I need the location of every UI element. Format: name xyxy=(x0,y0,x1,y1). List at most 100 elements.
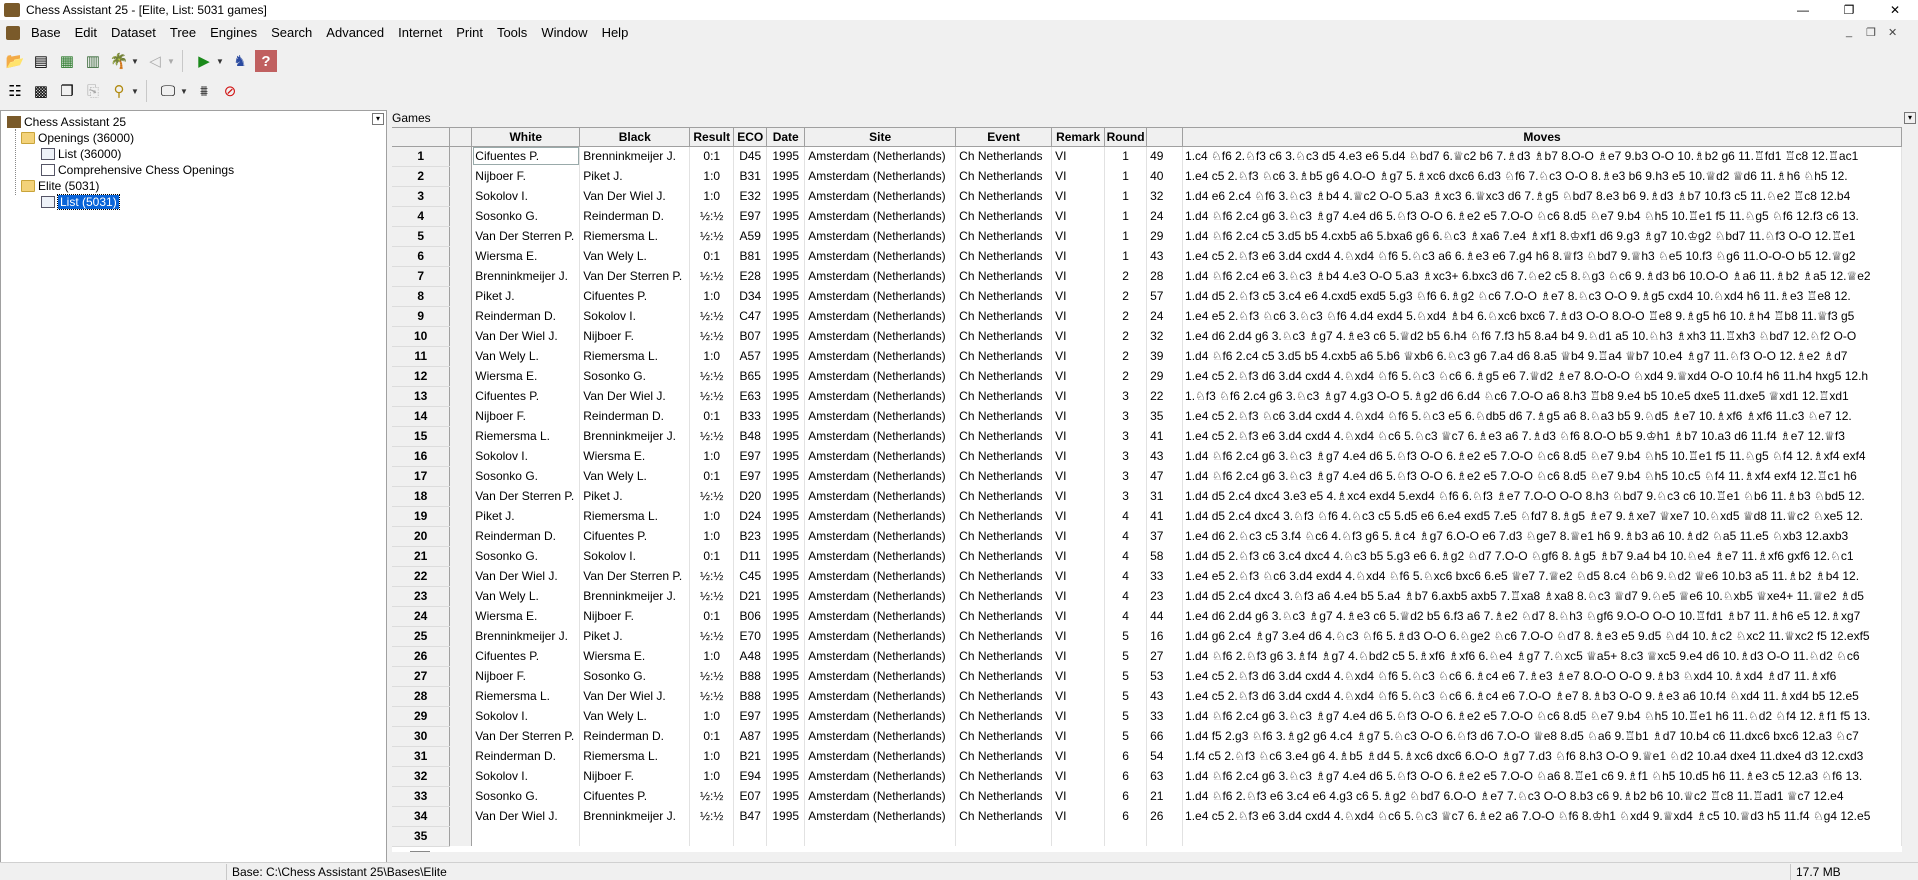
round-cell[interactable]: 5 xyxy=(1104,706,1148,726)
eco-code-cell[interactable]: A87 xyxy=(733,726,768,746)
site-cell[interactable]: Amsterdam (Netherlands) xyxy=(804,366,957,386)
date-cell[interactable]: 1995 xyxy=(766,626,806,646)
black-player-cell[interactable]: Brenninkmeijer J. xyxy=(579,586,691,606)
white-player-cell[interactable]: Sosonko G. xyxy=(471,466,581,486)
monitor-icon[interactable]: 🖵 xyxy=(157,80,179,102)
black-player-cell[interactable]: Wiersma E. xyxy=(579,646,691,666)
table-row[interactable]: 31 Reinderman D. Riemersma L. 1:0 B21 1995 Ams… xyxy=(392,746,1902,767)
white-player-cell[interactable]: Piket J. xyxy=(471,506,581,526)
list-view-icon[interactable]: ▤ xyxy=(30,50,52,72)
white-player-cell[interactable]: Reinderman D. xyxy=(471,306,581,326)
move-count-cell[interactable]: 24 xyxy=(1146,206,1184,226)
white-player-cell[interactable]: Brenninkmeijer J. xyxy=(471,266,581,286)
black-player-cell[interactable]: Reinderman D. xyxy=(579,206,691,226)
white-player-cell[interactable]: Wiersma E. xyxy=(471,366,581,386)
event-cell[interactable]: Ch Netherlands xyxy=(955,486,1053,506)
play-dropdown-icon[interactable]: ▼ xyxy=(215,50,225,72)
white-player-cell[interactable]: Wiersma E. xyxy=(471,246,581,266)
white-player-cell[interactable]: Sokolov I. xyxy=(471,706,581,726)
moves-cell[interactable]: 1.e4 d6 2.♘c3 c5 3.f4 ♘c6 4.♘f3 g6 5.♗c4… xyxy=(1182,526,1902,546)
site-cell[interactable]: Amsterdam (Netherlands) xyxy=(804,466,957,486)
date-cell[interactable]: 1995 xyxy=(766,566,806,586)
site-cell[interactable]: Amsterdam (Netherlands) xyxy=(804,726,957,746)
remark-cell[interactable]: VI xyxy=(1051,186,1106,206)
round-cell[interactable]: 5 xyxy=(1104,646,1148,666)
move-count-cell[interactable]: 29 xyxy=(1146,226,1184,246)
eco-code-cell[interactable]: B06 xyxy=(733,606,768,626)
white-player-cell[interactable]: Riemersma L. xyxy=(471,426,581,446)
menu-print[interactable]: Print xyxy=(449,22,490,44)
result-cell[interactable]: ½:½ xyxy=(689,626,735,646)
round-cell[interactable]: 5 xyxy=(1104,666,1148,686)
menu-base[interactable]: Base xyxy=(24,22,68,44)
menu-engines[interactable]: Engines xyxy=(203,22,264,44)
moves-cell[interactable]: 1.e4 c5 2.♘f3 e6 3.d4 cxd4 4.♘xd4 ♘c6 5.… xyxy=(1182,806,1902,826)
date-cell[interactable]: 1995 xyxy=(766,286,806,306)
black-player-cell[interactable]: Nijboer F. xyxy=(579,326,691,346)
row-number-cell[interactable]: 9 xyxy=(392,306,451,327)
eco-code-cell[interactable]: B21 xyxy=(733,746,768,766)
row-marker-cell[interactable] xyxy=(449,806,473,826)
eco-code-cell[interactable]: A57 xyxy=(733,346,768,366)
event-cell[interactable]: Ch Netherlands xyxy=(955,166,1053,186)
event-cell[interactable]: Ch Netherlands xyxy=(955,586,1053,606)
minimize-button[interactable]: — xyxy=(1780,0,1826,20)
row-marker-cell[interactable] xyxy=(449,306,473,326)
result-cell[interactable]: ½:½ xyxy=(689,666,735,686)
row-number-cell[interactable]: 29 xyxy=(392,706,451,727)
eco-code-cell[interactable]: D21 xyxy=(733,586,768,606)
eco-code-cell[interactable]: B81 xyxy=(733,246,768,266)
round-cell[interactable]: 5 xyxy=(1104,626,1148,646)
result-cell[interactable]: 1:0 xyxy=(689,646,735,666)
result-cell[interactable]: ½:½ xyxy=(689,386,735,406)
site-cell[interactable]: Amsterdam (Netherlands) xyxy=(804,666,957,686)
white-player-cell[interactable]: Reinderman D. xyxy=(471,526,581,546)
row-number-cell[interactable]: 14 xyxy=(392,406,451,427)
result-cell[interactable]: ½:½ xyxy=(689,326,735,346)
menu-internet[interactable]: Internet xyxy=(391,22,449,44)
round-cell[interactable] xyxy=(1104,826,1148,846)
round-cell[interactable]: 2 xyxy=(1104,326,1148,346)
row-number-cell[interactable]: 28 xyxy=(392,686,451,707)
event-cell[interactable]: Ch Netherlands xyxy=(955,746,1053,766)
site-cell[interactable]: Amsterdam (Netherlands) xyxy=(804,326,957,346)
result-cell[interactable]: 1:0 xyxy=(689,746,735,766)
mdi-close-button[interactable]: ✕ xyxy=(1888,26,1897,39)
result-cell[interactable]: ½:½ xyxy=(689,306,735,326)
black-player-cell[interactable]: Van Der Sterren P. xyxy=(579,266,691,286)
monitor-dropdown-icon[interactable]: ▼ xyxy=(179,80,189,102)
date-cell[interactable]: 1995 xyxy=(766,766,806,786)
table-row[interactable]: 18 Van Der Sterren P. Piket J. ½:½ D20 1995 Am… xyxy=(392,486,1902,507)
event-cell[interactable]: Ch Netherlands xyxy=(955,446,1053,466)
round-cell[interactable]: 4 xyxy=(1104,606,1148,626)
moves-cell[interactable]: 1.e4 c5 2.♘f3 e6 3.d4 cxd4 4.♘xd4 ♘c6 5.… xyxy=(1182,426,1902,446)
move-count-cell[interactable]: 37 xyxy=(1146,526,1184,546)
moves-cell[interactable]: 1.d4 ♘f6 2.c4 c5 3.d5 b5 4.cxb5 a6 5.b6 … xyxy=(1182,346,1902,366)
row-marker-cell[interactable] xyxy=(449,686,473,706)
result-cell[interactable]: 1:0 xyxy=(689,346,735,366)
white-player-cell[interactable]: Sokolov I. xyxy=(471,766,581,786)
black-player-cell[interactable]: Riemersma L. xyxy=(579,346,691,366)
table-row[interactable]: 13 Cifuentes P. Van Der Wiel J. ½:½ E63 1995 A… xyxy=(392,386,1902,407)
moves-cell[interactable]: 1.e4 c5 2.♘f3 d6 3.d4 cxd4 4.♘xd4 ♘f6 5.… xyxy=(1182,666,1902,686)
mdi-restore-button[interactable]: ❐ xyxy=(1866,26,1876,39)
table-row[interactable]: 30 Van Der Sterren P. Reinderman D. 0:1 A87 1… xyxy=(392,726,1902,747)
remark-cell[interactable]: VI xyxy=(1051,526,1106,546)
site-cell[interactable]: Amsterdam (Netherlands) xyxy=(804,286,957,306)
row-marker-cell[interactable] xyxy=(449,166,473,186)
round-cell[interactable]: 4 xyxy=(1104,506,1148,526)
event-cell[interactable]: Ch Netherlands xyxy=(955,646,1053,666)
row-marker-cell[interactable] xyxy=(449,646,473,666)
document-system-icon[interactable] xyxy=(6,26,20,40)
row-number-cell[interactable]: 31 xyxy=(392,746,451,767)
black-player-cell[interactable]: Sokolov I. xyxy=(579,546,691,566)
round-cell[interactable]: 6 xyxy=(1104,786,1148,806)
move-count-cell[interactable] xyxy=(1146,826,1184,846)
moves-cell[interactable]: 1.d4 d5 2.♘f3 c5 3.c4 e6 4.cxd5 exd5 5.g… xyxy=(1182,286,1902,306)
move-count-cell[interactable]: 21 xyxy=(1146,786,1184,806)
move-count-cell[interactable]: 28 xyxy=(1146,266,1184,286)
menu-help[interactable]: Help xyxy=(595,22,636,44)
vertical-scrollbar[interactable] xyxy=(1902,127,1918,852)
date-cell[interactable]: 1995 xyxy=(766,606,806,626)
mdi-minimize-button[interactable]: _ xyxy=(1846,26,1852,38)
